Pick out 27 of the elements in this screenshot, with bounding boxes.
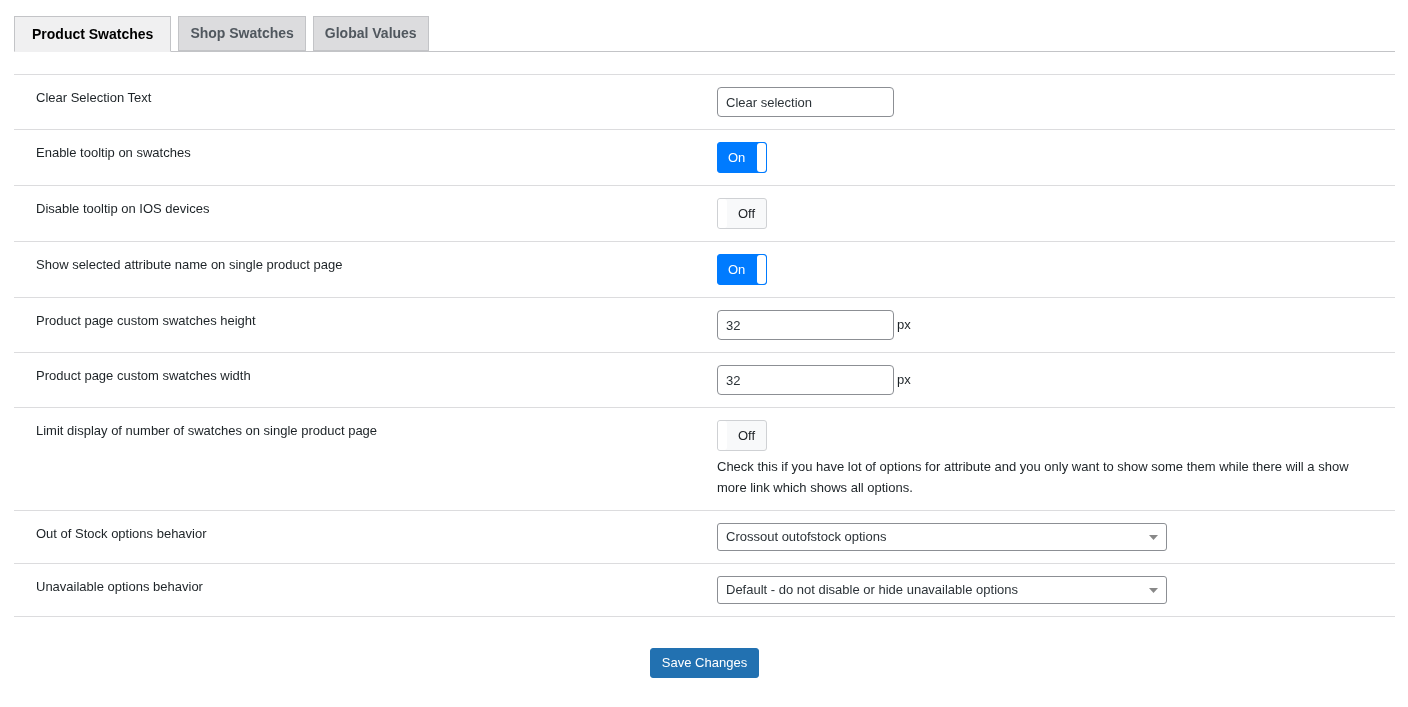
setting-label: Out of Stock options behavior	[36, 526, 207, 541]
dropdown[interactable]: Default - do not disable or hide unavailable options	[717, 576, 1167, 604]
toggle-switch[interactable]: On	[717, 254, 767, 285]
setting-label: Enable tooltip on swatches	[36, 145, 191, 160]
dropdown[interactable]: Crossout outofstock options	[717, 523, 1167, 551]
toggle-switch[interactable]: Off	[717, 420, 767, 451]
setting-label: Product page custom swatches width	[36, 368, 251, 383]
setting-label: Limit display of number of swatches on single product page	[36, 423, 378, 438]
setting-description: Check this if you have lot of options for attribute and you only want to show some them while there will a show more link which shows all options.	[717, 458, 1350, 497]
tab[interactable]: Product Swatches	[14, 16, 172, 52]
toggle-switch[interactable]: Off	[717, 198, 767, 229]
setting-label: Product page custom swatches height	[36, 313, 256, 328]
number-field[interactable]: 32	[717, 310, 894, 340]
dropdown-arrow-icon	[1149, 587, 1158, 593]
toggle-switch[interactable]: On	[717, 142, 767, 173]
text-field[interactable]: Clear selection	[717, 87, 894, 117]
number-field[interactable]: 32	[717, 365, 894, 395]
setting-label: Unavailable options behavior	[36, 579, 203, 594]
setting-label: Disable tooltip on IOS devices	[36, 201, 210, 216]
setting-label: Show selected attribute name on single product page	[36, 257, 343, 272]
setting-label: Clear Selection Text	[36, 90, 152, 105]
save-changes-button[interactable]: Save Changes	[649, 648, 760, 678]
tab[interactable]: Global Values	[312, 16, 429, 51]
unit-label: px	[897, 316, 911, 335]
tab[interactable]: Shop Swatches	[178, 16, 306, 51]
unit-label: px	[897, 371, 911, 390]
dropdown-arrow-icon	[1149, 534, 1158, 540]
